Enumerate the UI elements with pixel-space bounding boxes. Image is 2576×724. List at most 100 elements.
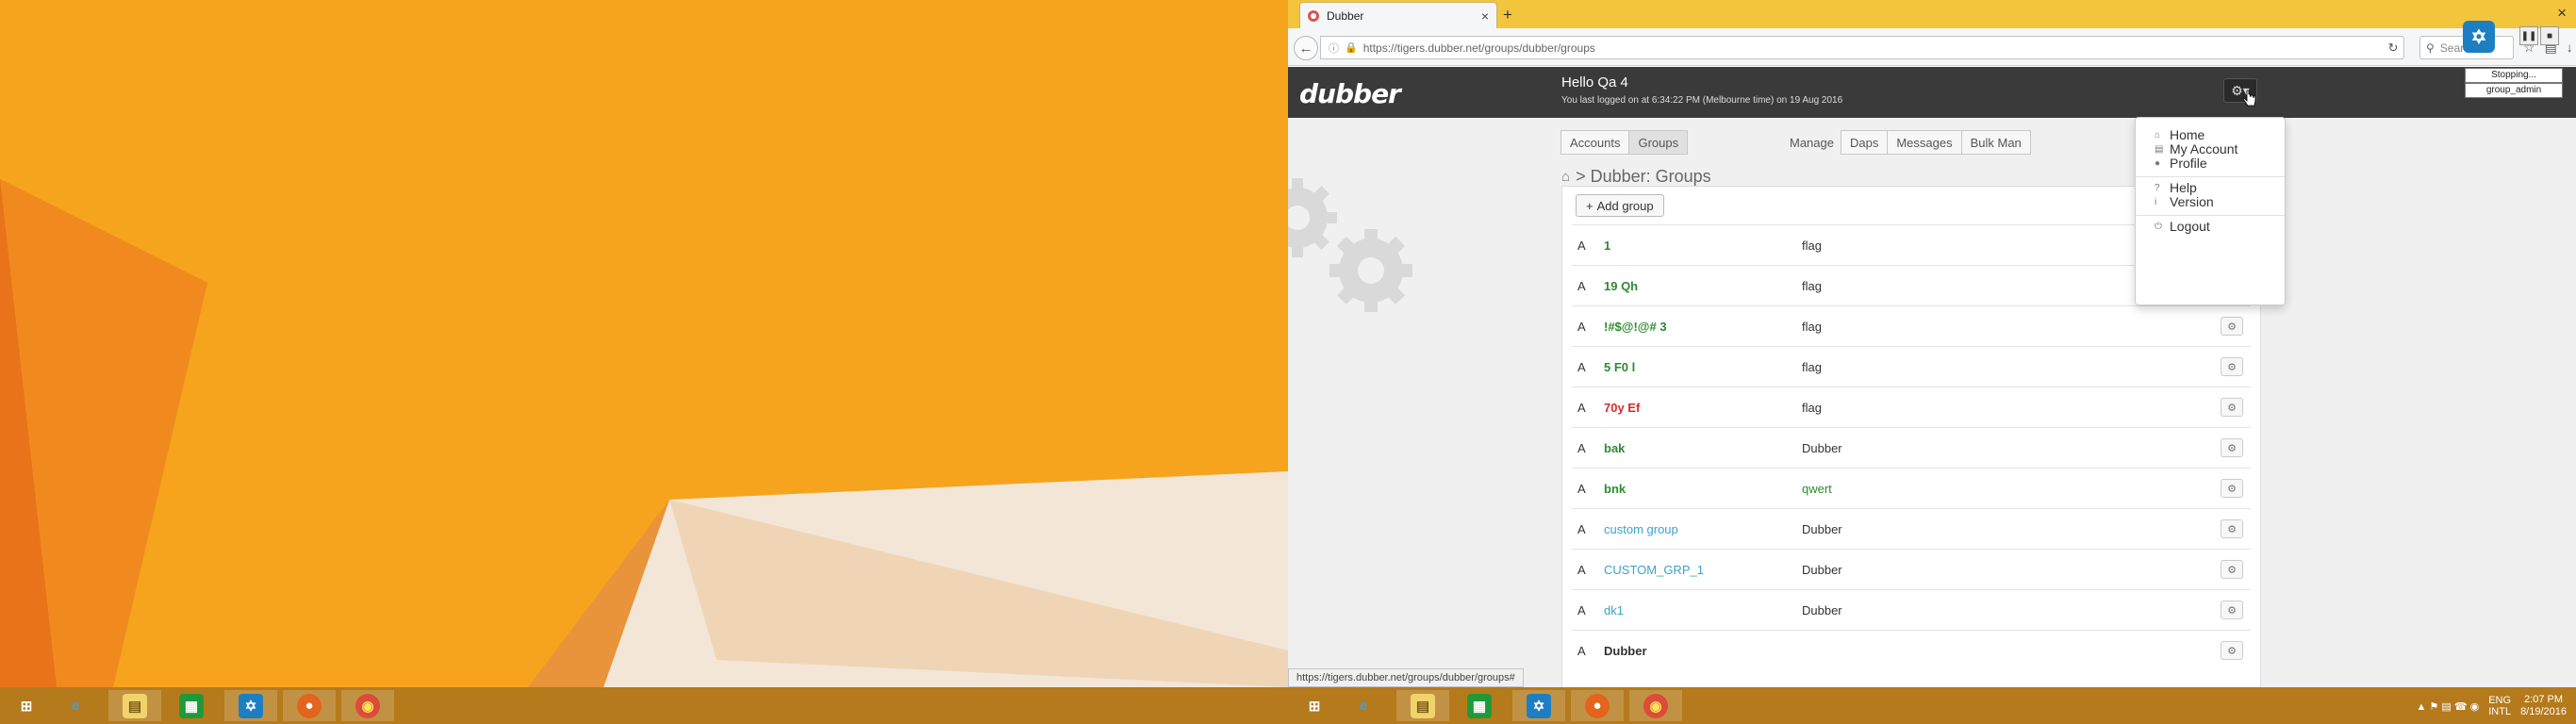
menu-item-my-account[interactable]: ▤ My Account bbox=[2155, 141, 2237, 156]
language-indicator[interactable]: ENG INTL bbox=[2488, 695, 2511, 717]
user-icon: ● bbox=[2155, 157, 2161, 169]
table-row: Acustom group Dubber ⚙ bbox=[1572, 508, 2251, 549]
taskbar-chrome[interactable]: ◉ bbox=[1629, 690, 1682, 721]
stop-button[interactable]: ■ bbox=[2540, 26, 2559, 45]
taskbar-recorder[interactable]: ✡ bbox=[1512, 690, 1565, 721]
lang-bottom: INTL bbox=[2488, 706, 2512, 717]
pause-button[interactable]: ❚❚ bbox=[2519, 26, 2538, 45]
back-button[interactable]: ← bbox=[1294, 36, 1318, 60]
group-name-link[interactable]: dk1 bbox=[1604, 603, 1802, 617]
folder-icon: ▤ bbox=[1411, 693, 1435, 718]
group-name-link[interactable]: !#$@!@# 3 bbox=[1604, 320, 1802, 334]
tab-accounts[interactable]: Accounts bbox=[1560, 130, 1630, 155]
recorder-logo-icon[interactable]: ✡ bbox=[2463, 21, 2495, 53]
app-header: dubber Hello Qa 4 You last logged on at … bbox=[1288, 67, 2576, 118]
taskbar-store[interactable]: ▦ bbox=[1453, 690, 1506, 721]
recorder-app-icon: ✡ bbox=[239, 693, 263, 718]
chrome-icon: ◉ bbox=[355, 693, 380, 718]
power-icon: ⏻ bbox=[2155, 221, 2162, 232]
row-gear-icon[interactable]: ⚙ bbox=[2221, 438, 2243, 457]
breadcrumb-text: > Dubber: Groups bbox=[1576, 167, 1711, 186]
row-type: A bbox=[1577, 359, 1586, 374]
row-gear-icon[interactable]: ⚙ bbox=[2221, 357, 2243, 376]
clock[interactable]: 2:07 PM 8/19/2016 bbox=[2520, 694, 2567, 718]
lang-top: ENG bbox=[2488, 695, 2512, 706]
row-type: A bbox=[1577, 238, 1586, 253]
taskbar-explorer[interactable]: ▤ bbox=[1396, 690, 1449, 721]
taskbar-firefox[interactable]: ● bbox=[283, 690, 336, 721]
group-name-link[interactable]: bnk bbox=[1604, 482, 1802, 496]
url-text[interactable]: https://tigers.dubber.net/groups/dubber/… bbox=[1363, 41, 2383, 55]
taskbar-firefox[interactable]: ● bbox=[1571, 690, 1624, 721]
row-gear-icon[interactable]: ⚙ bbox=[2221, 398, 2243, 417]
home-icon[interactable]: ⌂ bbox=[1561, 169, 1570, 185]
group-tag: Dubber bbox=[1802, 440, 1842, 455]
taskbar-ie[interactable]: e bbox=[1337, 690, 1390, 721]
taskbar-ie[interactable]: e bbox=[49, 690, 102, 721]
taskbar-chrome[interactable]: ◉ bbox=[341, 690, 394, 721]
row-gear-icon[interactable]: ⚙ bbox=[2221, 479, 2243, 498]
add-group-button[interactable]: + Add group bbox=[1576, 194, 1664, 217]
info-icon[interactable]: ⓘ bbox=[1329, 41, 1339, 56]
group-name-link[interactable]: 19 Qh bbox=[1604, 279, 1802, 293]
taskbar-explorer[interactable]: ▤ bbox=[108, 690, 161, 721]
store-icon: ▦ bbox=[1467, 693, 1492, 718]
url-bar[interactable]: ⓘ 🔒 https://tigers.dubber.net/groups/dub… bbox=[1320, 36, 2404, 59]
group-tag: qwert bbox=[1802, 481, 1832, 496]
tab-groups[interactable]: Groups bbox=[1628, 130, 1689, 155]
row-gear-icon[interactable]: ⚙ bbox=[2221, 519, 2243, 538]
group-name-link[interactable]: CUSTOM_GRP_1 bbox=[1604, 563, 1802, 577]
firefox-icon: ● bbox=[1585, 693, 1610, 718]
taskbar-recorder[interactable]: ✡ bbox=[224, 690, 277, 721]
menu-item-logout[interactable]: ⏻ Logout bbox=[2155, 219, 2210, 234]
search-icon: ⚲ bbox=[2426, 41, 2435, 55]
tab-close-icon[interactable]: × bbox=[1481, 8, 1489, 24]
new-tab-button[interactable]: + bbox=[1503, 6, 1512, 25]
table-row: A 5 F0 l flag ⚙ bbox=[1572, 346, 2251, 387]
browser-tab[interactable]: Dubber × bbox=[1299, 2, 1497, 28]
row-gear-icon[interactable]: ⚙ bbox=[2221, 641, 2243, 660]
row-gear-icon[interactable]: ⚙ bbox=[2221, 560, 2243, 579]
group-name-link[interactable]: 5 F0 l bbox=[1604, 360, 1802, 374]
ie-icon: e bbox=[71, 698, 80, 714]
menu-item-help[interactable]: ? Help bbox=[2155, 180, 2197, 195]
group-name-link[interactable]: custom group bbox=[1604, 522, 1802, 536]
ie-icon: e bbox=[1359, 698, 1368, 714]
download-icon[interactable]: ↓ bbox=[2567, 40, 2576, 55]
row-type: A bbox=[1577, 400, 1586, 415]
menu-item-home[interactable]: ⌂ Home bbox=[2155, 127, 2204, 142]
row-type: A bbox=[1577, 481, 1586, 496]
menu-item-label: Help bbox=[2170, 180, 2197, 195]
table-row: Adk1 Dubber ⚙ bbox=[1572, 589, 2251, 630]
home-icon: ⌂ bbox=[2155, 129, 2161, 140]
start-button[interactable]: ⊞ bbox=[1288, 690, 1341, 721]
window-close-button[interactable]: × bbox=[2557, 4, 2567, 23]
group-name-link[interactable]: Dubber bbox=[1604, 644, 1802, 658]
tab-messages[interactable]: Messages bbox=[1887, 130, 1962, 155]
dubber-favicon-icon bbox=[1308, 9, 1319, 22]
dubber-logo[interactable]: dubber bbox=[1299, 78, 1401, 109]
tab-daps[interactable]: Daps bbox=[1840, 130, 1889, 155]
group-name-link[interactable]: 1 bbox=[1604, 239, 1802, 253]
group-name-link[interactable]: 70y Ef bbox=[1604, 401, 1802, 415]
tray-icons[interactable]: ▲ ⚑ ▤ ☎ ◉ bbox=[2417, 700, 2480, 713]
menu-item-version[interactable]: i Version bbox=[2155, 194, 2214, 209]
start-button[interactable]: ⊞ bbox=[0, 690, 53, 721]
menu-item-label: Version bbox=[2170, 194, 2214, 209]
web-page: dubber Hello Qa 4 You last logged on at … bbox=[1288, 67, 2576, 687]
table-row: Abnk qwert ⚙ bbox=[1572, 468, 2251, 508]
menu-item-profile[interactable]: ● Profile bbox=[2155, 156, 2207, 171]
tab-bulk-manage[interactable]: Bulk Man bbox=[1960, 130, 2031, 155]
user-menu-dropdown: ⌂ Home ▤ My Account ● Profile ? Help i Versio… bbox=[2135, 117, 2286, 305]
reload-icon[interactable]: ↻ bbox=[2383, 41, 2403, 56]
mouse-cursor-icon bbox=[2243, 90, 2256, 107]
row-gear-icon[interactable]: ⚙ bbox=[2221, 317, 2243, 336]
row-type: A bbox=[1577, 278, 1586, 293]
chrome-icon: ◉ bbox=[1643, 693, 1668, 718]
recorder-widget: ✡ ❚❚ ■ Stopping... group_admin bbox=[2463, 21, 2567, 98]
group-tag: Dubber bbox=[1802, 602, 1842, 617]
system-tray: ▲ ⚑ ▤ ☎ ◉ ENG INTL 2:07 PM 8/19/2016 bbox=[2417, 691, 2567, 721]
group-name-link[interactable]: bak bbox=[1604, 441, 1802, 455]
row-gear-icon[interactable]: ⚙ bbox=[2221, 601, 2243, 619]
taskbar-store[interactable]: ▦ bbox=[165, 690, 218, 721]
